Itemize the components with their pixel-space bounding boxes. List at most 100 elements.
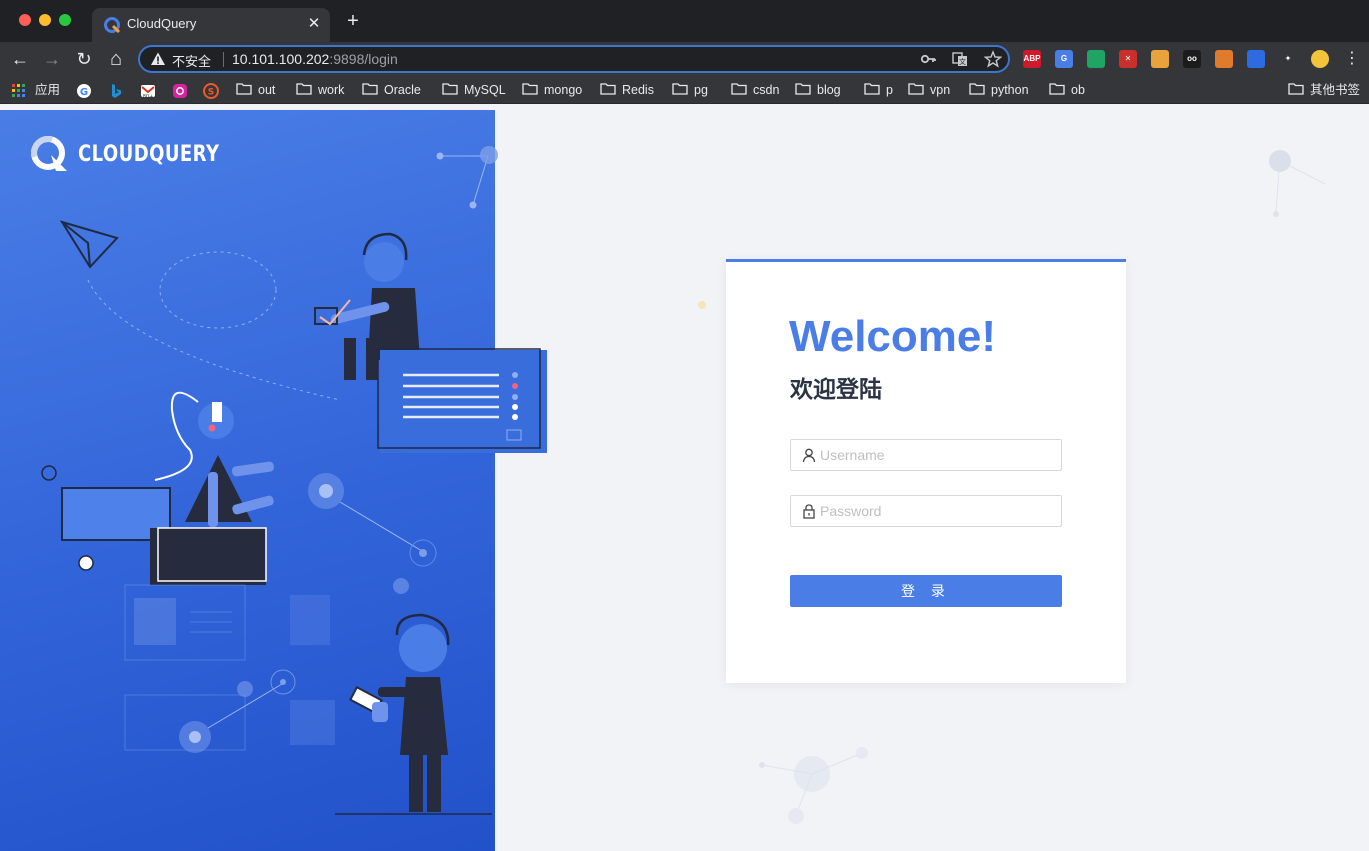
google-icon[interactable]: G [76,83,92,99]
tab-title: CloudQuery [127,16,197,31]
bookmark-folder-p[interactable]: p [864,82,893,99]
bookmark-folder-mysql[interactable]: MySQL [442,82,506,99]
minimize-window-button[interactable] [39,14,51,26]
bookmark-folder-label: MySQL [464,83,506,97]
url-host: 10.101.100.202 [232,51,330,67]
bookmark-folder-oracle[interactable]: Oracle [362,82,421,99]
glasses-extension[interactable]: oo [1183,50,1201,68]
welcome-subtitle: 欢迎登陆 [790,376,882,402]
instagram-icon[interactable] [172,83,188,99]
person-with-headset [154,391,274,527]
bookmark-folder-mongo[interactable]: mongo [522,82,582,99]
svg-text:G: G [80,87,88,98]
bookmarks-bar: 应用 G 80+ S out work Oracle MySQL mongo Redis p… [0,77,1369,104]
bookmark-folder-ob[interactable]: ob [1049,82,1085,99]
cloudquery-favicon-icon [104,17,120,33]
bookmark-folder-python[interactable]: python [969,82,1029,99]
node-white [78,555,94,571]
bookmark-folder-pg[interactable]: pg [672,82,708,99]
browser-toolbar: ← → ↻ ⌂ 不安全 10.101.100.202:9898/login 文 … [0,42,1369,77]
svg-text:80+: 80+ [143,94,154,99]
bookmark-folder-label: ob [1071,83,1085,97]
sogou-icon[interactable]: S [203,83,219,99]
password-field[interactable] [790,495,1062,527]
new-tab-button[interactable]: + [342,9,364,33]
close-window-button[interactable] [19,14,31,26]
bookmark-folder-work[interactable]: work [296,82,344,99]
folder-icon [908,83,924,95]
bookmark-folder-label: python [991,83,1029,97]
bookmark-folder-redis[interactable]: Redis [600,82,654,99]
dotted-orbit [159,251,277,329]
svg-text:文: 文 [959,57,966,66]
gmail-icon[interactable]: 80+ [140,83,156,99]
folder-icon [672,83,688,95]
apps-grid-icon[interactable] [11,83,27,99]
lock-icon [803,504,815,519]
home-button[interactable]: ⌂ [103,46,129,72]
forward-button[interactable]: → [39,46,65,72]
svg-text:S: S [208,88,214,98]
colorful-extension[interactable] [1151,50,1169,68]
bookmark-folder-blog[interactable]: blog [795,82,841,99]
key-icon[interactable] [920,50,938,68]
reload-button[interactable]: ↻ [71,46,97,72]
bookmark-folder-label: blog [817,83,841,97]
folder-icon [969,83,985,95]
username-field[interactable] [790,439,1062,471]
url-path: :9898/login [329,51,398,67]
browser-menu-icon[interactable]: ⋮ [1339,46,1365,72]
back-button[interactable]: ← [7,46,33,72]
flag-extension[interactable] [1247,50,1265,68]
not-secure-label[interactable]: 不安全 [172,51,211,70]
bookmark-folder-label: p [886,83,893,97]
bookmark-folder-label: pg [694,83,708,97]
x-extension[interactable]: ✕ [1119,50,1137,68]
google-drive-extension[interactable] [1087,50,1105,68]
bookmark-folder-label: Oracle [384,83,421,97]
folder-icon [522,83,538,95]
bookmark-other[interactable]: 其他书签 [1288,82,1360,99]
bing-icon[interactable] [108,83,124,99]
node-graph-top [436,146,498,209]
bookmark-apps[interactable]: 应用 [35,82,60,99]
tab-close-icon[interactable]: ✕ [306,14,322,34]
google-translate-extension[interactable]: G [1055,50,1073,68]
login-card: Welcome! 欢迎登陆 登 录 [726,259,1126,683]
tiger-extension[interactable] [1215,50,1233,68]
task-board [377,348,547,453]
maximize-window-button[interactable] [59,14,71,26]
user-icon [802,448,816,463]
folder-icon [296,83,312,95]
faded-cards [124,584,335,751]
bookmark-folder-label: out [258,83,276,97]
profile-avatar[interactable] [1311,50,1329,68]
bookmark-other-label: 其他书签 [1310,83,1361,97]
url-text[interactable]: 10.101.100.202:9898/login [232,51,398,67]
browser-titlebar: CloudQuery ✕ + [0,0,1369,42]
node-small [41,465,57,481]
login-button[interactable]: 登 录 [790,575,1062,607]
puzzle-extension[interactable]: ✦ [1279,50,1297,68]
team-illustration [41,146,547,815]
bookmark-folder-label: csdn [753,83,780,97]
bookmark-folder-csdn[interactable]: csdn [731,82,779,99]
bookmark-folder-out[interactable]: out [236,82,275,99]
folder-icon [864,83,880,95]
star-icon[interactable] [984,50,1002,68]
folder-icon [236,83,252,95]
omnibox-divider [223,52,224,67]
browser-tab[interactable]: CloudQuery ✕ [92,8,330,42]
person-with-tablet [335,613,492,815]
translate-icon[interactable]: 文 [951,50,969,68]
bookmark-folder-vpn[interactable]: vpn [908,82,950,99]
folder-icon [442,83,458,95]
address-bar[interactable]: 不安全 10.101.100.202:9898/login 文 [138,45,1010,73]
bookmark-folder-label: work [318,83,345,97]
screen-dark [157,527,267,582]
password-input[interactable] [820,496,1056,526]
adblock-plus-extension[interactable]: ABP [1023,50,1041,68]
welcome-title: Welcome! [789,312,997,361]
login-page: CLOUDQUERY Welcome! 欢迎登陆 Username 登 录 [0,110,1369,851]
username-input[interactable] [820,440,1056,470]
